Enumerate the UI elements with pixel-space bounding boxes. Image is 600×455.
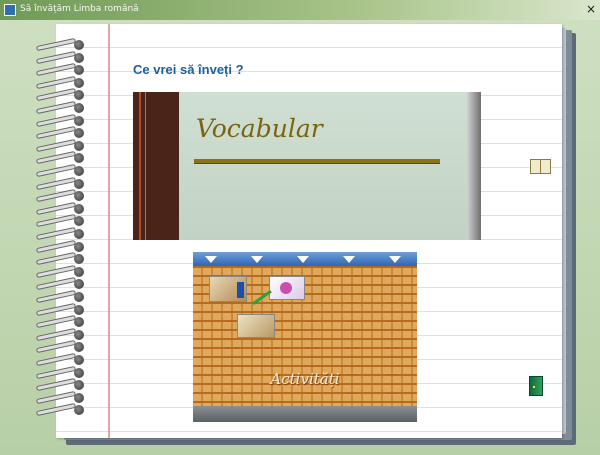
spiral-ring xyxy=(32,63,92,77)
spiral-ring xyxy=(32,37,92,52)
spiral-ring xyxy=(32,126,92,140)
close-button[interactable]: × xyxy=(586,2,596,16)
vocabular-title: Vocabular xyxy=(196,114,323,143)
green-door-icon[interactable] xyxy=(529,376,543,396)
spiral-ring xyxy=(32,176,92,190)
spiral-ring xyxy=(32,264,92,278)
spiral-ring xyxy=(32,214,92,228)
spiral-ring xyxy=(32,151,92,165)
spiral-ring xyxy=(32,138,92,152)
page-question: Ce vrei să înveți ? xyxy=(133,62,244,77)
activitati-label: Activități xyxy=(270,370,340,388)
margin-line xyxy=(108,24,110,438)
spiral-ring xyxy=(32,365,92,379)
spiral-ring xyxy=(32,390,92,404)
activity-thumbnail-objects xyxy=(237,314,275,338)
spiral-ring xyxy=(32,302,92,316)
spiral-ring xyxy=(32,113,92,127)
spiral-ring xyxy=(32,189,92,203)
shelf-floor xyxy=(193,406,417,422)
vocabular-button[interactable]: Vocabular xyxy=(133,92,481,240)
spiral-ring xyxy=(32,352,92,367)
spiral-ring xyxy=(32,277,92,291)
spiral-ring xyxy=(32,75,92,89)
slide-edge xyxy=(467,92,481,240)
spiral-ring xyxy=(32,239,92,253)
spiral-ring xyxy=(32,100,92,115)
spiral-ring xyxy=(32,252,92,266)
shelf-banner xyxy=(193,252,417,266)
title-underline xyxy=(194,159,440,163)
spiral-ring xyxy=(32,378,92,392)
open-book-icon[interactable] xyxy=(530,158,551,174)
spiral-ring xyxy=(32,340,92,354)
activitati-button[interactable]: Activități xyxy=(193,252,417,422)
spiral-ring xyxy=(32,327,92,341)
spiral-ring xyxy=(32,226,92,241)
spiral-ring xyxy=(32,163,92,178)
window-title: Să învățăm Limba română xyxy=(20,4,139,14)
activity-thumbnail-person xyxy=(269,276,305,300)
spiral-ring xyxy=(32,50,92,64)
spiral-ring xyxy=(32,403,92,417)
spiral-binding xyxy=(32,37,94,418)
spiral-ring xyxy=(32,201,92,215)
spiral-ring xyxy=(32,88,92,102)
spiral-ring xyxy=(32,315,92,329)
app-icon xyxy=(4,4,16,16)
slide-side-band xyxy=(133,92,179,240)
spiral-ring xyxy=(32,289,92,304)
title-bar: Să învățăm Limba română × xyxy=(0,0,600,20)
book-icon-blue xyxy=(237,282,244,298)
